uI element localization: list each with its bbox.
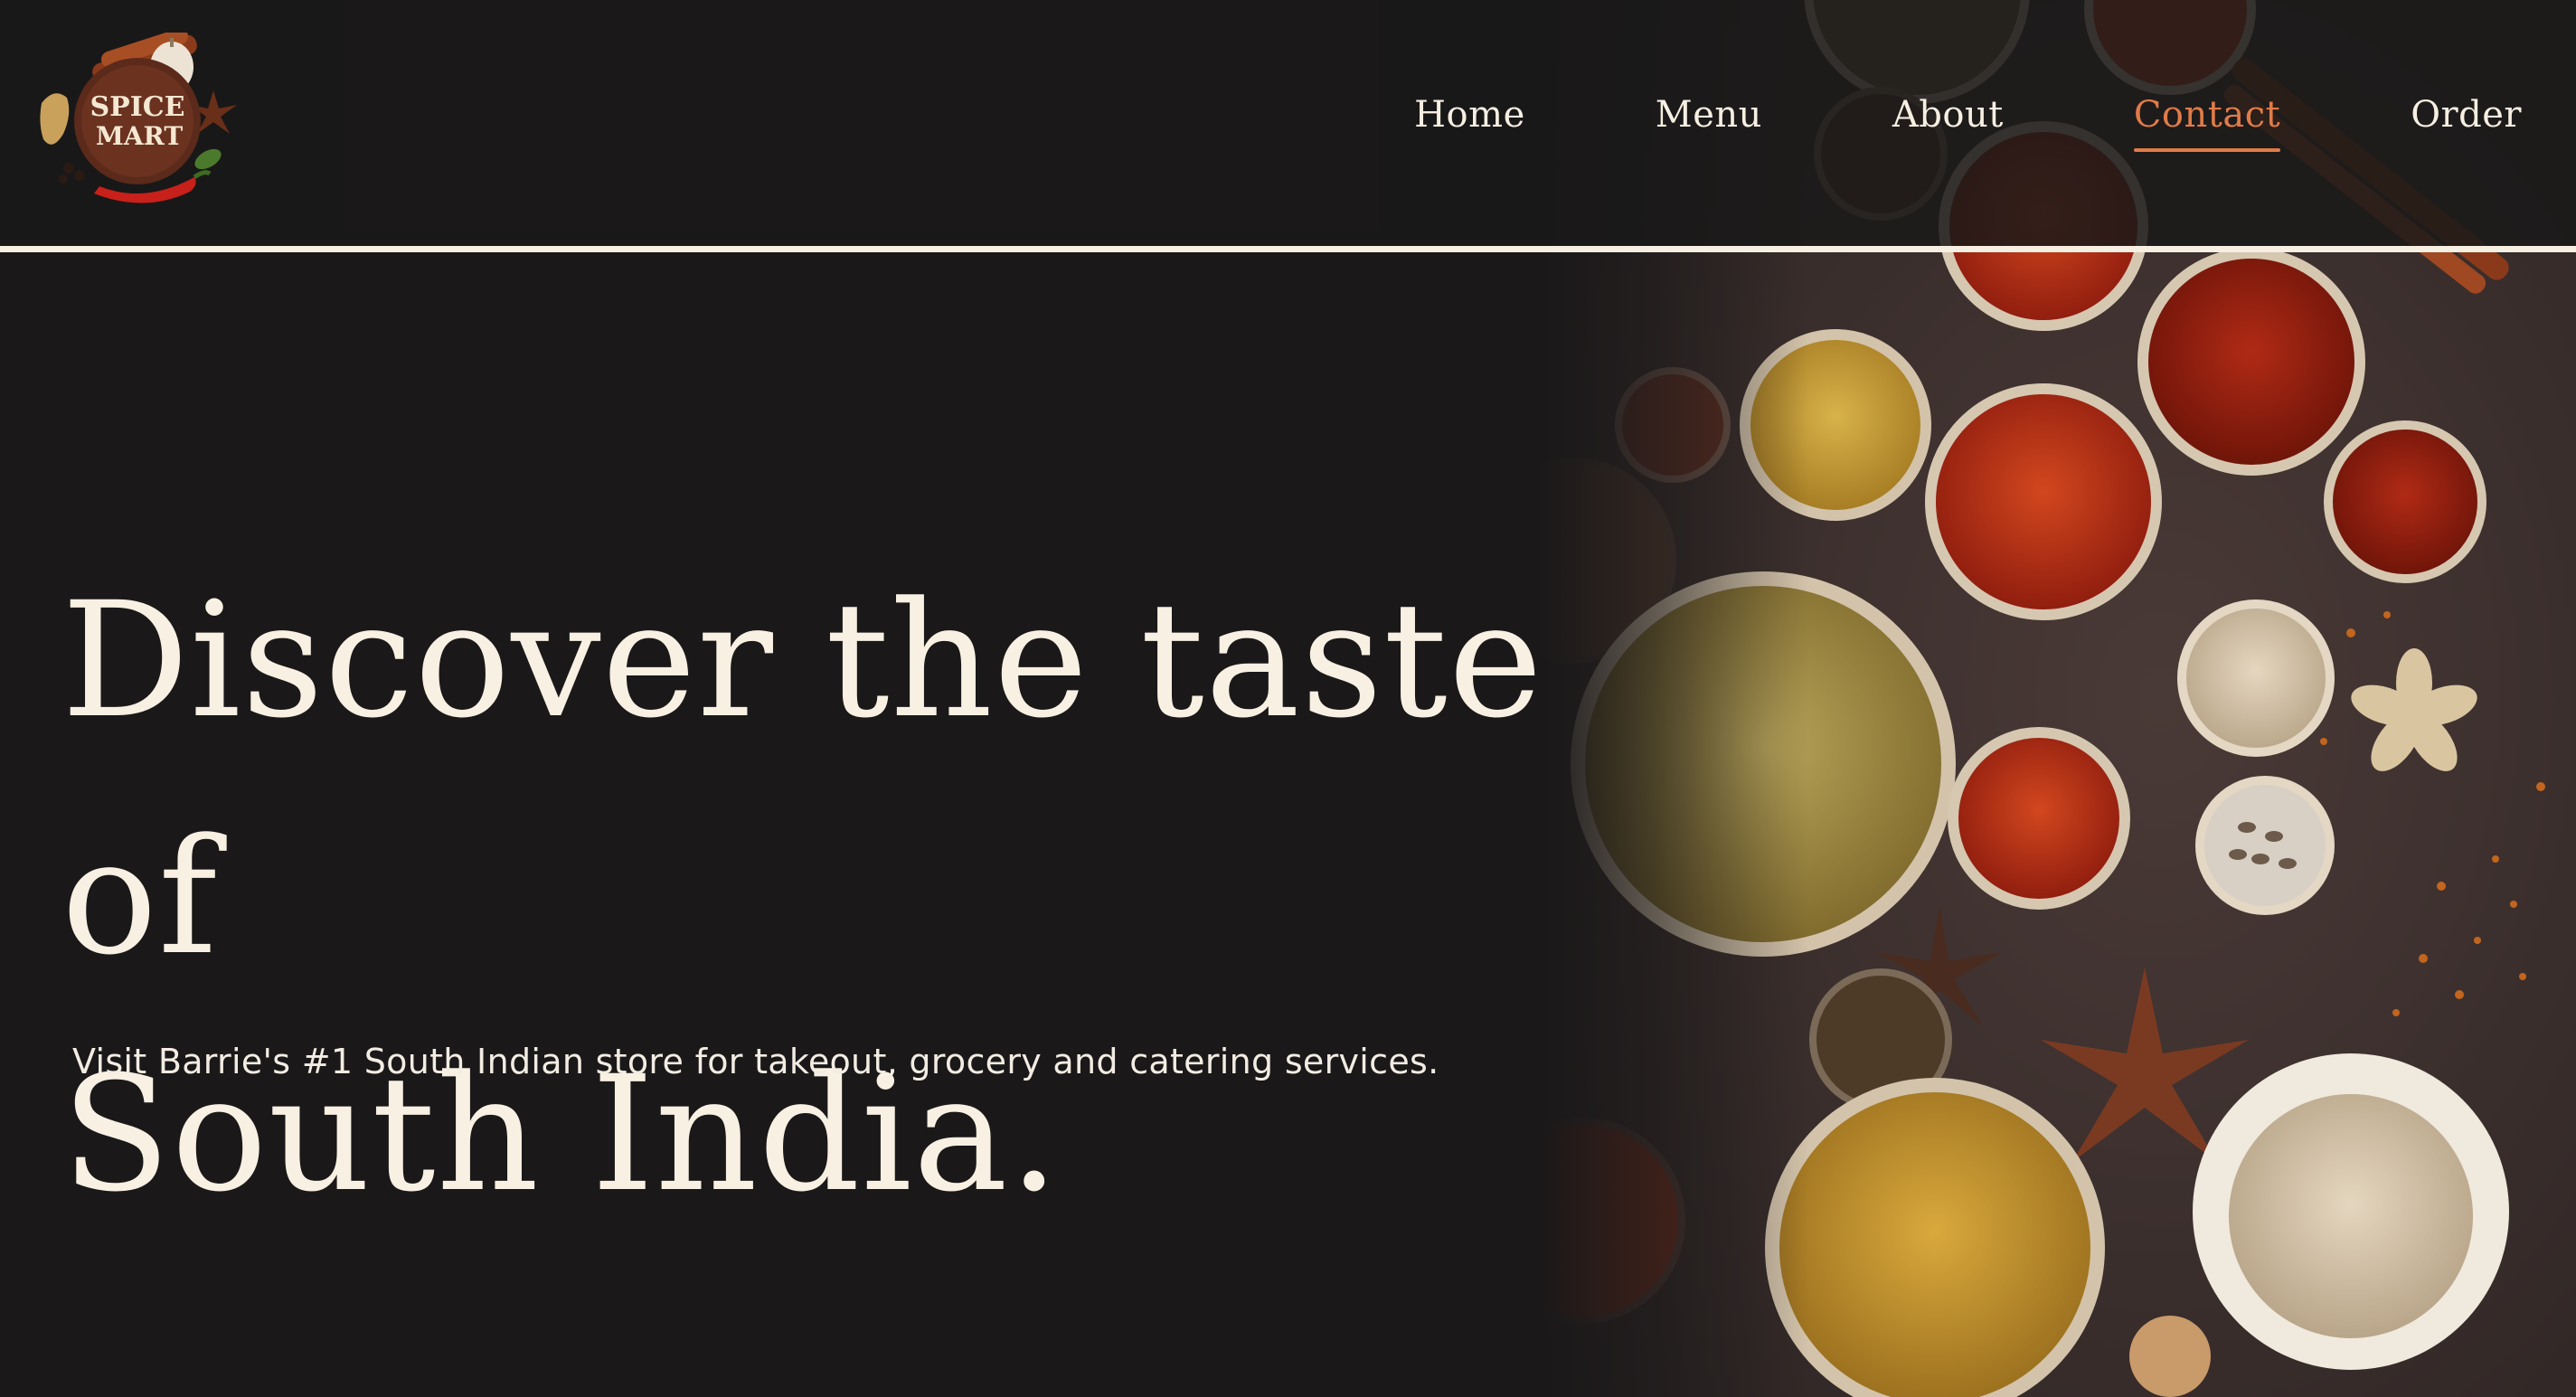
hero-subtitle: Visit Barrie's #1 South Indian store for… xyxy=(72,1042,1439,1081)
nav-menu-link[interactable]: Menu xyxy=(1656,94,1762,152)
nav-home-link[interactable]: Home xyxy=(1414,94,1525,152)
nav-order-link[interactable]: Order xyxy=(2411,94,2522,152)
logo-text-mart: MART xyxy=(96,121,183,151)
page: SPICE MART Home Menu About Contact Order… xyxy=(0,0,2576,1397)
header-divider xyxy=(0,246,2576,252)
site-header: SPICE MART Home Menu About Contact Order xyxy=(0,0,2576,248)
nav-about-link[interactable]: About xyxy=(1892,94,2004,152)
logo-icon: SPICE MART xyxy=(40,28,237,203)
main-nav: Home Menu About Contact Order xyxy=(1414,90,2522,156)
hero-title: Discover the taste of South India. xyxy=(61,543,1562,1253)
hero-title-line-1: Discover the taste of xyxy=(61,568,1543,990)
nav-contact-link[interactable]: Contact xyxy=(2133,94,2281,152)
logo-text-spice: SPICE xyxy=(90,91,185,123)
spice-mart-logo[interactable]: SPICE MART xyxy=(36,28,244,204)
